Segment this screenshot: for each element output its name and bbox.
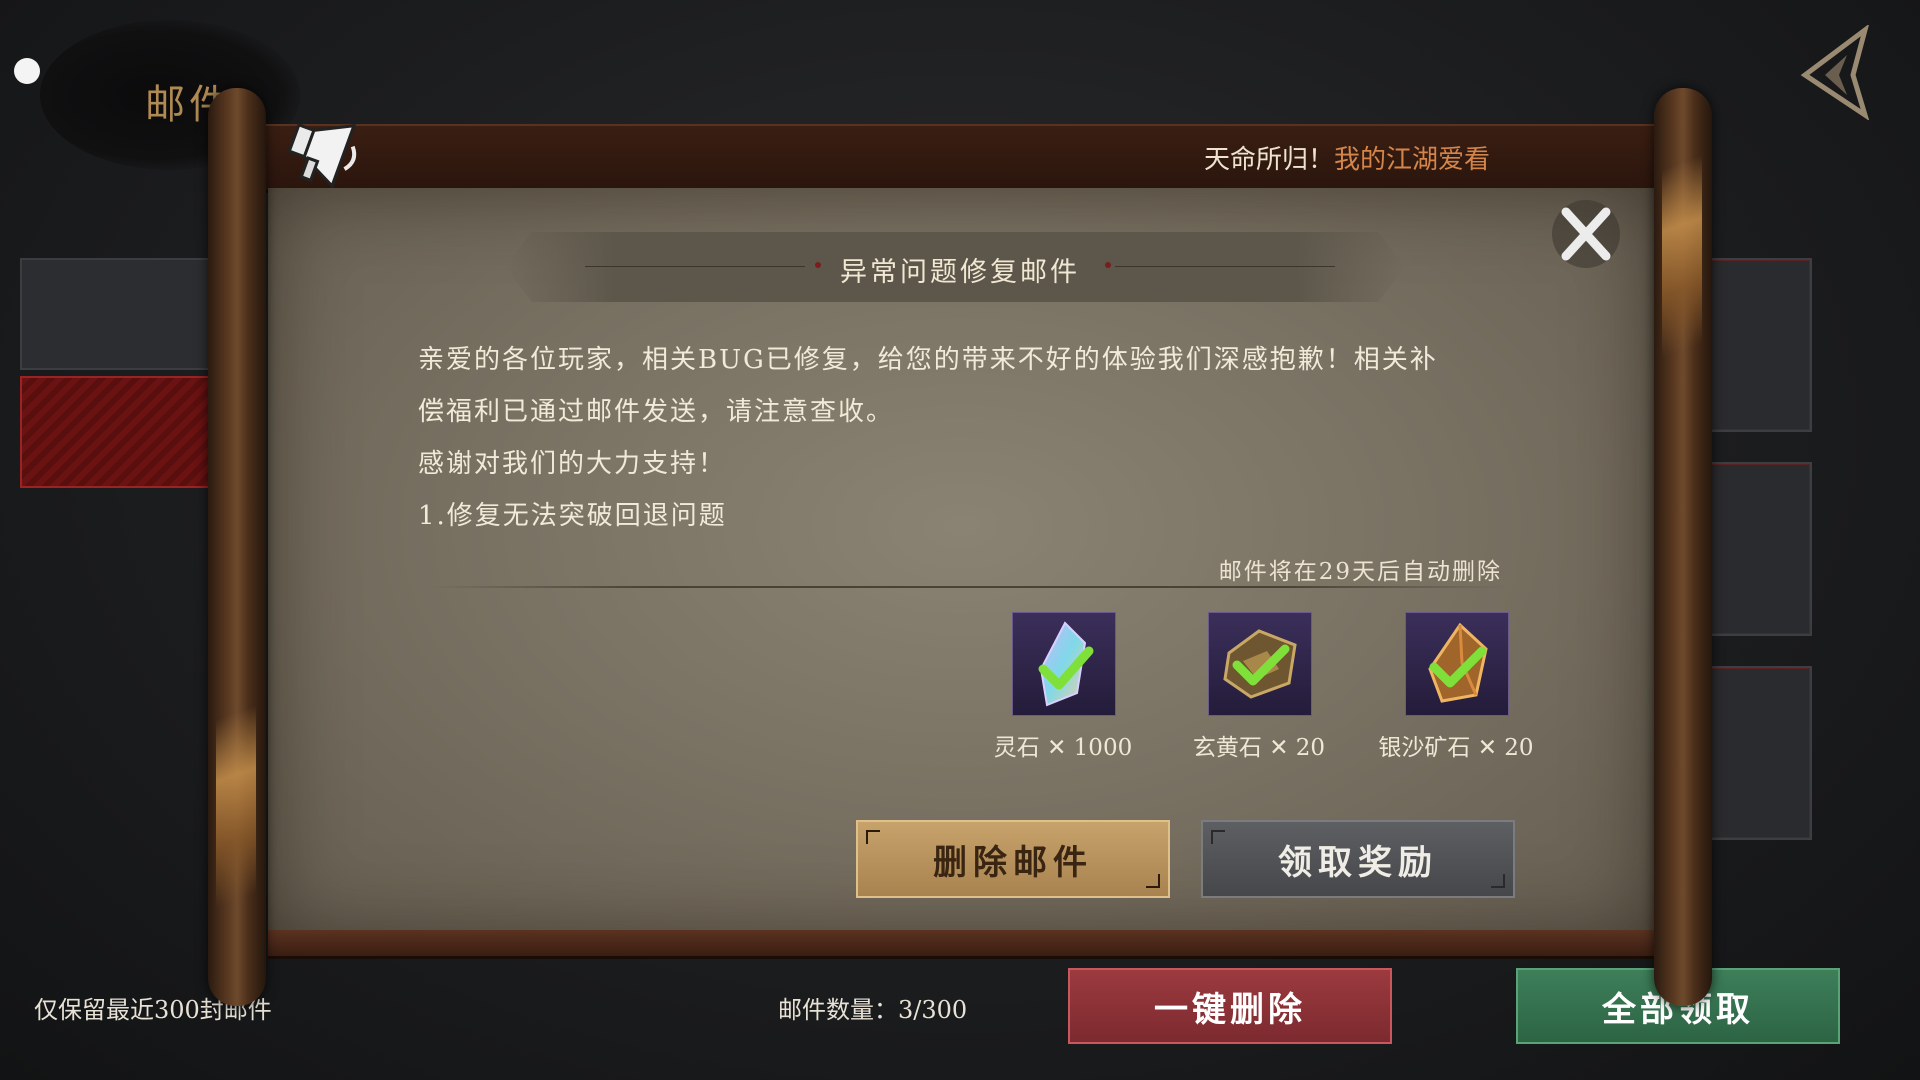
reward-label: 银沙矿石 ✕ 20 (1378, 735, 1534, 761)
delete-mail-button[interactable]: 删除邮件 (856, 820, 1170, 898)
mail-body-line: 1.修复无法突破回退问题 (418, 501, 727, 531)
divider (430, 586, 1506, 588)
reward-item[interactable] (1208, 612, 1312, 716)
claim-reward-button[interactable]: 领取奖励 (1201, 820, 1515, 898)
megaphone-icon (287, 122, 357, 189)
reward-item[interactable] (1405, 612, 1509, 716)
mail-body: 亲爱的各位玩家，相关BUG已修复，给您的带来不好的体验我们深感抱歉！相关补 偿福… (418, 334, 1518, 542)
mail-list-item-selected[interactable] (20, 376, 234, 488)
scroll-rod-right (1654, 88, 1712, 1006)
mail-list-item[interactable] (1700, 462, 1812, 636)
mail-count: 邮件数量：3/300 (778, 996, 968, 1024)
status-dot (14, 58, 40, 84)
mail-title: 异常问题修复邮件 (840, 257, 1080, 288)
mail-list-item[interactable] (1700, 666, 1812, 840)
delete-all-button[interactable]: 一键删除 (1068, 968, 1392, 1044)
reward-item[interactable] (1012, 612, 1116, 716)
reward-label: 玄黄石 ✕ 20 (1192, 735, 1326, 761)
spirit-stone-icon (1038, 621, 1094, 707)
back-icon[interactable] (1795, 25, 1875, 120)
mail-body-line: 亲爱的各位玩家，相关BUG已修复，给您的带来不好的体验我们深感抱歉！相关补 (418, 345, 1438, 375)
announcement-highlight: 我的江湖爱看 (1333, 145, 1490, 175)
mail-body-line: 偿福利已通过邮件发送，请注意查收。 (418, 397, 895, 427)
reward-label: 灵石 ✕ 1000 (993, 735, 1133, 761)
delete-mail-label: 删除邮件 (933, 842, 1093, 883)
announcement-text: 天命所归！我的江湖爱看 (1204, 139, 1490, 176)
close-icon[interactable] (1548, 196, 1624, 272)
xuanhuang-stone-icon (1223, 629, 1297, 699)
scroll-bottom-edge (268, 930, 1654, 959)
announcement-prefix: 天命所归！ (1203, 145, 1334, 175)
mail-body-line: 感谢对我们的大力支持！ (418, 449, 727, 479)
scroll-rod-left (208, 88, 266, 1006)
expire-note: 邮件将在29天后自动删除 (1218, 559, 1502, 585)
silver-sand-ore-icon (1428, 622, 1488, 703)
claim-reward-label: 领取奖励 (1278, 842, 1438, 883)
